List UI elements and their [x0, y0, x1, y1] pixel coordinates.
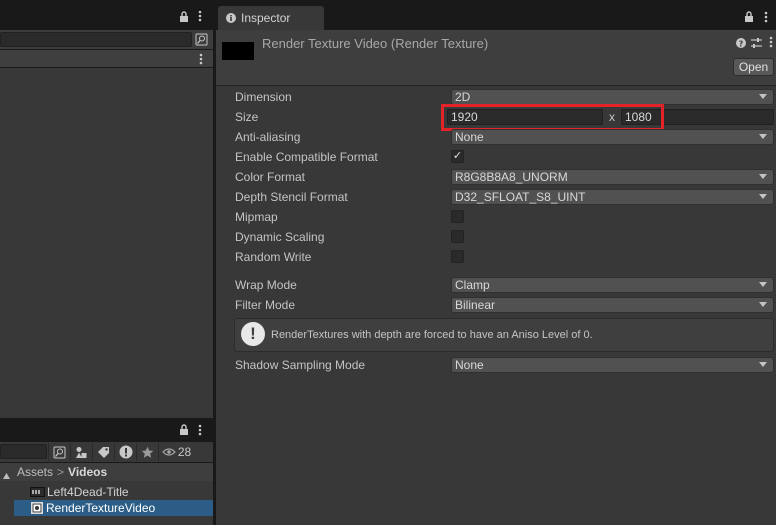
anti-aliasing-value: None: [455, 130, 484, 144]
wrap-mode-dropdown[interactable]: Clamp: [451, 277, 774, 293]
color-format-label: Color Format: [235, 170, 306, 184]
chevron-down-icon: [759, 362, 767, 367]
shadow-sampling-mode-label: Shadow Sampling Mode: [235, 358, 366, 372]
render-texture-icon: [31, 502, 43, 514]
asset-name: Left4Dead-Title: [47, 485, 129, 499]
inspector-kebab-menu-icon[interactable]: [764, 11, 768, 26]
random-write-label: Random Write: [235, 250, 312, 264]
size-highlight-box: [441, 104, 664, 131]
favorite-star-icon[interactable]: [136, 443, 158, 461]
breadcrumb-separator: >: [57, 465, 65, 479]
tree-expand-arrow-icon[interactable]: [3, 468, 10, 482]
tab-label: Inspector: [241, 11, 291, 25]
kebab-menu-icon[interactable]: [198, 10, 202, 25]
filter-mode-label: Filter Mode: [235, 298, 296, 312]
info-exclamation-icon: !: [241, 322, 265, 346]
hidden-count: 28: [177, 445, 192, 459]
preset-sliders-icon[interactable]: [751, 37, 762, 51]
enable-compatible-format-label: Enable Compatible Format: [235, 150, 378, 164]
filter-mode-value: Bilinear: [455, 298, 496, 312]
project-lock-icon[interactable]: [179, 424, 189, 438]
asset-item-rendertexturevideo[interactable]: RenderTextureVideo: [14, 500, 213, 516]
left-scene-row[interactable]: [0, 50, 213, 67]
checkmark-icon: ✓: [452, 150, 463, 162]
dimension-value: 2D: [455, 90, 471, 104]
filter-mode-dropdown[interactable]: Bilinear: [451, 297, 774, 313]
chevron-down-icon: [759, 194, 767, 199]
open-button[interactable]: Open: [733, 58, 774, 76]
shadow-sampling-mode-value: None: [455, 358, 484, 372]
dimension-dropdown[interactable]: 2D: [451, 89, 774, 105]
shadow-sampling-mode-dropdown[interactable]: None: [451, 357, 774, 373]
asset-name: RenderTextureVideo: [46, 501, 156, 515]
video-clip-icon: [30, 487, 45, 497]
size-label: Size: [235, 110, 259, 124]
chevron-down-icon: [759, 302, 767, 307]
chevron-down-icon: [759, 94, 767, 99]
depth-stencil-format-value: D32_SFLOAT_S8_UINT: [455, 190, 586, 204]
chevron-down-icon: [759, 134, 767, 139]
scene-menu-icon[interactable]: [199, 53, 203, 68]
dynamic-scaling-checkbox[interactable]: [451, 230, 464, 243]
project-toolbar-buttons: 28: [48, 443, 194, 461]
breadcrumb-videos[interactable]: Videos: [68, 465, 107, 479]
info-icon: [226, 13, 236, 23]
object-picker-icon[interactable]: [48, 443, 70, 461]
left-search-field[interactable]: [0, 32, 192, 47]
color-format-dropdown[interactable]: R8G8B8A8_UNORM: [451, 169, 774, 185]
dimension-label: Dimension: [235, 90, 292, 104]
hidden-count-toggle[interactable]: 28: [158, 443, 194, 461]
color-format-value: R8G8B8A8_UNORM: [455, 170, 568, 184]
console-warning-icon[interactable]: [114, 443, 136, 461]
dynamic-scaling-label: Dynamic Scaling: [235, 230, 325, 244]
mipmap-label: Mipmap: [235, 210, 278, 224]
eye-icon: [161, 447, 176, 457]
breadcrumb-assets[interactable]: Assets: [17, 465, 53, 479]
chevron-down-icon: [759, 282, 767, 287]
object-picker-icon[interactable]: [195, 33, 208, 49]
filter-by-type-icon[interactable]: [70, 443, 92, 461]
depth-stencil-format-dropdown[interactable]: D32_SFLOAT_S8_UINT: [451, 189, 774, 205]
tab-inspector[interactable]: Inspector: [218, 6, 324, 30]
asset-title: Render Texture Video (Render Texture): [262, 36, 489, 51]
texture-preview-thumbnail: [222, 42, 254, 60]
help-icon[interactable]: ?: [736, 37, 746, 51]
enable-compatible-format-checkbox[interactable]: ✓: [451, 150, 464, 163]
project-kebab-menu-icon[interactable]: [198, 424, 202, 439]
depth-stencil-format-label: Depth Stencil Format: [235, 190, 348, 204]
svg-text:?: ?: [739, 39, 744, 48]
mipmap-checkbox[interactable]: [451, 210, 464, 223]
breadcrumb: Assets > Videos: [17, 465, 107, 479]
anti-aliasing-label: Anti-aliasing: [235, 130, 301, 144]
wrap-mode-value: Clamp: [455, 278, 490, 292]
chevron-down-icon: [759, 174, 767, 179]
wrap-mode-label: Wrap Mode: [235, 278, 297, 292]
random-write-checkbox[interactable]: [451, 250, 464, 263]
header-kebab-menu-icon[interactable]: [769, 36, 773, 51]
anti-aliasing-dropdown[interactable]: None: [451, 129, 774, 145]
lock-icon[interactable]: [179, 11, 189, 25]
inspector-lock-icon[interactable]: [744, 11, 754, 25]
project-search-field[interactable]: [0, 444, 47, 459]
asset-item-left4dead-title[interactable]: Left4Dead-Title: [0, 484, 213, 500]
help-message: RenderTextures with depth are forced to …: [271, 329, 593, 341]
filter-by-label-icon[interactable]: [92, 443, 114, 461]
